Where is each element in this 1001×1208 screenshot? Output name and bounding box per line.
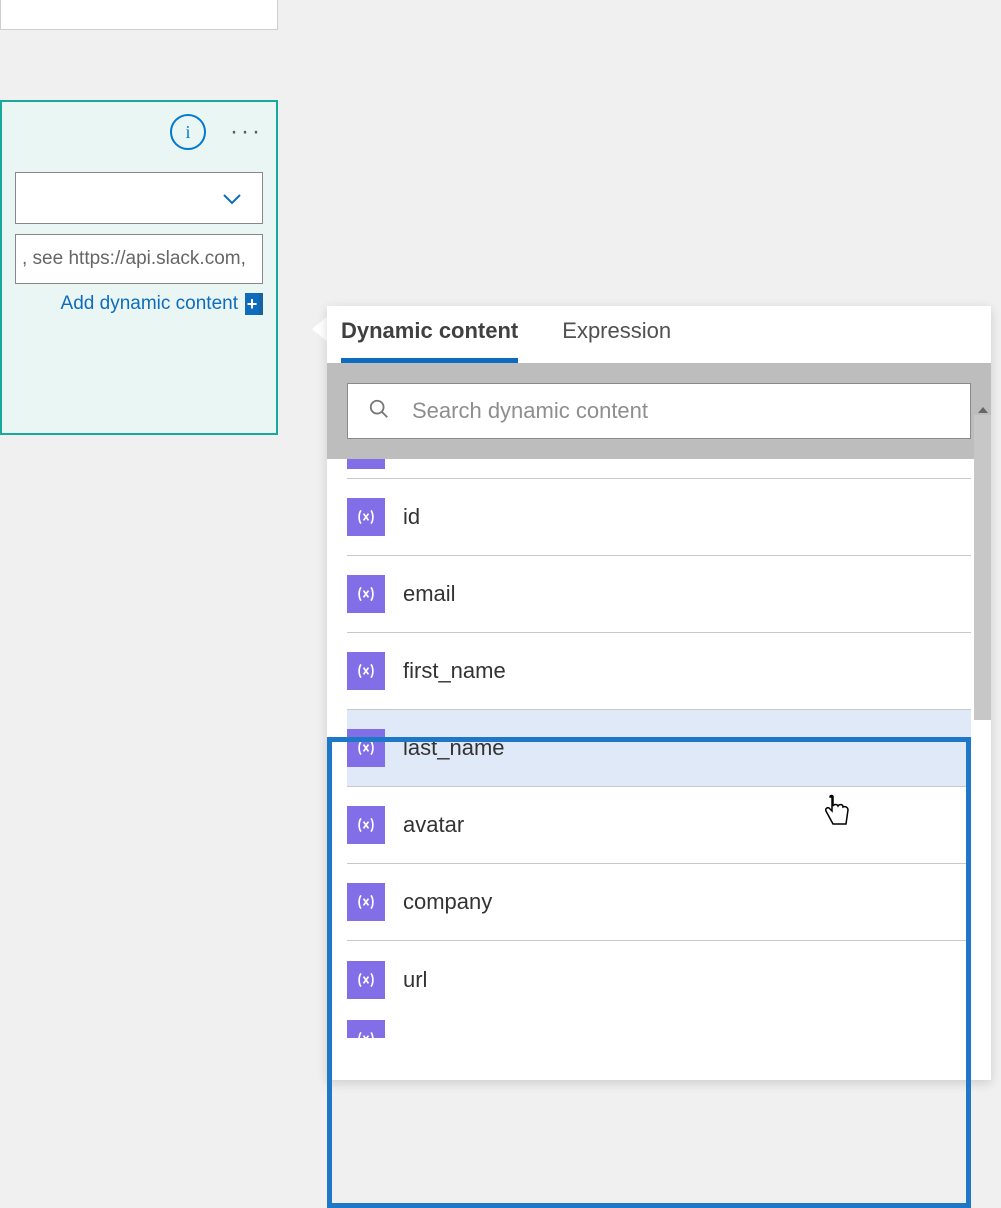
- dropdown-field[interactable]: [15, 172, 263, 224]
- add-dynamic-content-link[interactable]: Add dynamic content: [61, 293, 238, 315]
- item-label: last_name: [403, 735, 505, 761]
- tab-dynamic-content[interactable]: Dynamic content: [341, 318, 518, 363]
- variable-icon: [347, 806, 385, 844]
- prior-card-fragment: [0, 0, 278, 30]
- variable-icon: [347, 961, 385, 999]
- item-label: avatar: [403, 812, 464, 838]
- list-item[interactable]: first_name: [347, 633, 971, 710]
- chevron-down-icon: [222, 192, 242, 204]
- action-card-header: i ···: [15, 114, 263, 150]
- variable-icon: [347, 1020, 385, 1038]
- item-label: url: [403, 967, 427, 993]
- list-item[interactable]: avatar: [347, 787, 971, 864]
- flyout-tabs: Dynamic content Expression: [327, 306, 991, 363]
- dynamic-content-flyout: Dynamic content Expression Search dynami…: [327, 306, 991, 1080]
- list-item[interactable]: id: [347, 479, 971, 556]
- variable-icon: [347, 652, 385, 690]
- variable-icon: [347, 575, 385, 613]
- scroll-thumb[interactable]: [974, 415, 991, 720]
- add-dynamic-content-row: Add dynamic content +: [15, 293, 263, 315]
- item-label: email: [403, 581, 456, 607]
- search-bar-area: Search dynamic content: [327, 363, 991, 459]
- more-menu-icon[interactable]: ···: [230, 120, 263, 144]
- list-item[interactable]: email: [347, 556, 971, 633]
- item-label: id: [403, 504, 420, 530]
- plus-icon[interactable]: +: [245, 293, 263, 315]
- info-icon[interactable]: i: [170, 114, 206, 150]
- slack-action-card: i ··· , see https://api.slack.com, Add d…: [0, 100, 278, 435]
- variable-icon: [347, 883, 385, 921]
- input-visible-text: , see https://api.slack.com,: [22, 248, 246, 270]
- scrollbar[interactable]: [974, 405, 991, 1005]
- message-text-input[interactable]: , see https://api.slack.com,: [15, 234, 263, 284]
- variable-icon: [347, 459, 385, 469]
- list-item[interactable]: last_name: [347, 710, 971, 787]
- dynamic-content-list: total_pages id email first_name last_nam: [327, 459, 991, 1038]
- item-label: company: [403, 889, 492, 915]
- search-icon: [368, 398, 390, 425]
- variable-icon: [347, 498, 385, 536]
- variable-icon: [347, 729, 385, 767]
- item-label: first_name: [403, 658, 506, 684]
- scroll-up-arrow-icon[interactable]: [974, 405, 991, 415]
- search-input[interactable]: Search dynamic content: [347, 383, 971, 439]
- list-item[interactable]: url: [347, 941, 971, 1018]
- list-item[interactable]: company: [347, 864, 971, 941]
- list-item[interactable]: total_pages: [347, 459, 971, 479]
- list-item[interactable]: [347, 1018, 971, 1038]
- search-placeholder: Search dynamic content: [412, 398, 648, 424]
- tab-expression[interactable]: Expression: [562, 318, 671, 363]
